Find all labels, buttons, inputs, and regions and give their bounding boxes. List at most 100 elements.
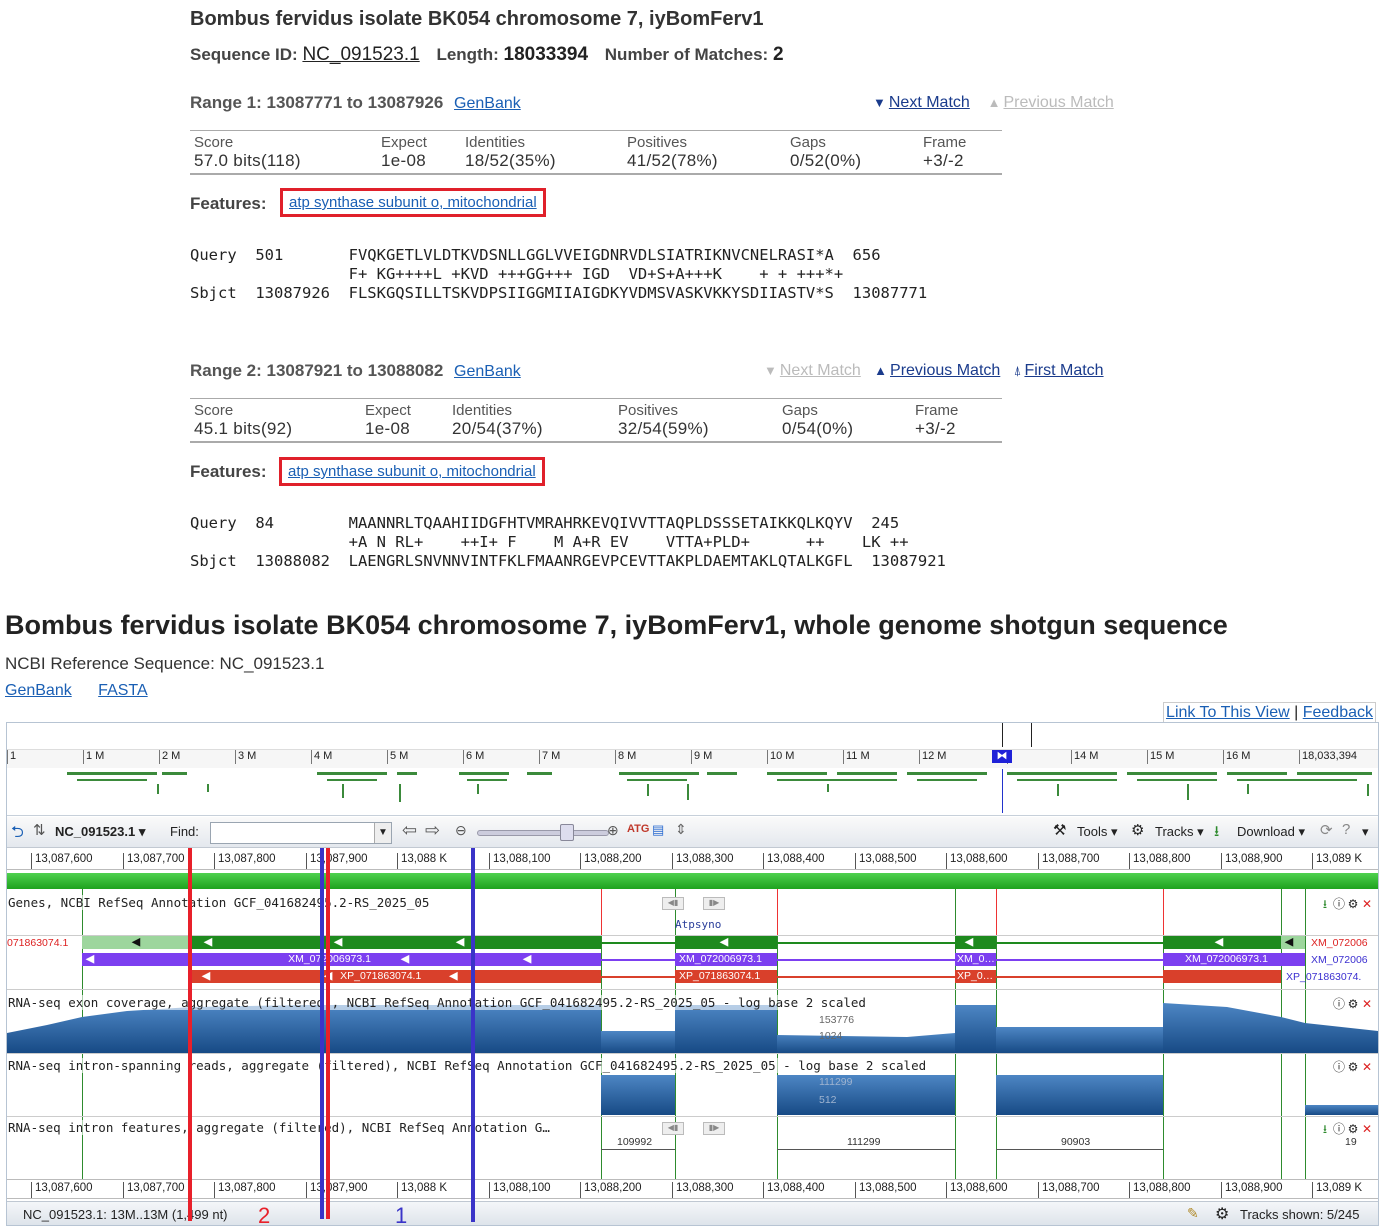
- sequence-selector[interactable]: NC_091523.1 ▾: [55, 824, 145, 840]
- seqid-link[interactable]: NC_091523.1: [302, 44, 419, 65]
- gear-icon[interactable]: ⚙: [1346, 1060, 1360, 1074]
- sequence-zoom-icon[interactable]: ATG: [627, 823, 649, 835]
- overview-position-marker[interactable]: ⧓: [992, 750, 1012, 763]
- page-title: Bombus fervidus isolate BK054 chromosome…: [5, 610, 1228, 640]
- tools-menu[interactable]: Tools ▾: [1077, 824, 1118, 840]
- collapse-icon[interactable]: ⇕: [675, 821, 687, 838]
- close-icon[interactable]: ✕: [1360, 1060, 1374, 1074]
- gene-exon[interactable]: ◀: [955, 936, 996, 949]
- exon-coverage-track-icons: ⓘ ⚙ ✕: [1332, 995, 1374, 1012]
- intron-feature-line[interactable]: [777, 1149, 955, 1150]
- exon-coverage-max-value: 153776: [819, 1014, 855, 1026]
- exon-coverage-track-label: RNA-seq exon coverage, aggregate (filter…: [8, 995, 866, 1010]
- back-arrow-icon[interactable]: ⮌: [11, 821, 24, 848]
- expand-right-icon[interactable]: ▮▶: [703, 1122, 725, 1135]
- gear-icon[interactable]: ⚙: [1346, 997, 1360, 1011]
- gene-exon-utr[interactable]: ◀: [82, 936, 192, 949]
- range-1-feature-link[interactable]: atp synthase subunit o, mitochondrial: [289, 194, 537, 211]
- annotation-line-red: [326, 848, 330, 1219]
- mrna-exon[interactable]: XM_072006973.1: [1163, 953, 1305, 966]
- expand-left-icon[interactable]: ◀▮: [662, 897, 684, 910]
- feedback-link[interactable]: Feedback: [1303, 704, 1373, 721]
- identities-header: Identities: [465, 134, 526, 151]
- range-1-genbank-link[interactable]: GenBank: [454, 95, 521, 112]
- protein-exon[interactable]: XP_0…: [955, 970, 996, 983]
- gene-exon[interactable]: ◀: [1163, 936, 1281, 949]
- intron-feature-line[interactable]: [601, 1149, 675, 1150]
- view-links: Link To This View | Feedback: [1163, 702, 1376, 724]
- protein-exon[interactable]: ◀◀XP_071863074.1◀: [192, 970, 601, 983]
- expand-right-icon[interactable]: ▮▶: [703, 897, 725, 910]
- mrna-exon[interactable]: ◀XM_072006973.1◀◀: [82, 953, 601, 966]
- overview-tick: 10 M: [767, 750, 794, 764]
- range-2-label: Range 2: 13087921 to 13088082: [190, 361, 444, 380]
- gear-icon[interactable]: ⚙: [1215, 1204, 1229, 1224]
- pan-left-icon[interactable]: ⇦: [402, 820, 417, 841]
- overview-tick: 5 M: [387, 750, 408, 764]
- frame-value: +3/-2: [923, 151, 964, 170]
- markers-icon[interactable]: ▤: [652, 822, 664, 838]
- edit-icon[interactable]: ✎: [1187, 1205, 1199, 1222]
- intron-spanning-plot[interactable]: [7, 1075, 1378, 1115]
- overview-tick: 9 M: [691, 750, 712, 764]
- transcript-left-label[interactable]: 071863074.1: [7, 937, 68, 949]
- sequence-bar[interactable]: [7, 873, 1378, 889]
- intron-feature-line[interactable]: [996, 1149, 1163, 1150]
- overview-tick: 6 M: [463, 750, 484, 764]
- range-1-next-match[interactable]: ▼ Next Match: [873, 94, 970, 111]
- transcript-right-red-label[interactable]: XM_072006: [1311, 937, 1368, 949]
- fasta-link[interactable]: FASTA: [98, 682, 148, 699]
- transcript-right-blue-label[interactable]: XM_072006: [1311, 954, 1368, 966]
- find-input[interactable]: ▼: [210, 822, 392, 844]
- zoom-out-icon[interactable]: ⊖: [455, 822, 467, 839]
- chevron-down-icon[interactable]: ▼: [374, 823, 391, 843]
- ruler-tick: 13,087,600: [31, 853, 93, 869]
- range-2-feature-link[interactable]: atp synthase subunit o, mitochondrial: [288, 463, 536, 480]
- overview-panel[interactable]: 1 1 M 2 M 3 M 4 M 5 M 6 M 7 M 8 M 9 M 10…: [7, 723, 1378, 816]
- ruler-tick: 13,089 K: [1312, 1182, 1362, 1198]
- reload-icon[interactable]: ⟳: [1320, 821, 1333, 839]
- range-1-features-label: Features:: [190, 194, 267, 213]
- gear-icon[interactable]: ⚙: [1346, 897, 1360, 911]
- range-2-first-match[interactable]: ⍋ First Match: [1014, 362, 1104, 379]
- genbank-link[interactable]: GenBank: [5, 682, 72, 699]
- close-icon[interactable]: ✕: [1360, 897, 1374, 911]
- help-menu-chevron-icon[interactable]: ▾: [1362, 824, 1369, 840]
- range-1-score-table: Score Expect Identities Positives Gaps F…: [190, 130, 1002, 175]
- pan-right-icon[interactable]: ⇨: [425, 820, 440, 841]
- info-icon[interactable]: ⓘ: [1332, 1120, 1346, 1137]
- info-icon[interactable]: ⓘ: [1332, 995, 1346, 1012]
- identities-value: 18/52(35%): [465, 151, 556, 170]
- genes-track-icons: ⭳ ⓘ ⚙ ✕: [1318, 895, 1374, 916]
- gene-label[interactable]: Atpsyno: [675, 918, 721, 931]
- range-2-alignment: Query 84 MAANNRLTQAAHIIDGFHTVMRAHRKEVQIV…: [190, 514, 946, 571]
- gear-icon[interactable]: ⚙: [1346, 1122, 1360, 1136]
- range-2-genbank-link[interactable]: GenBank: [454, 363, 521, 380]
- gene-exon[interactable]: ◀: [675, 936, 777, 949]
- protein-exon[interactable]: XP_071863074.1: [675, 970, 777, 983]
- download-menu[interactable]: Download ▾: [1237, 824, 1305, 840]
- transcript-right-xp-label[interactable]: XP_071863074.: [1286, 971, 1361, 983]
- zoom-slider-handle[interactable]: [560, 824, 574, 841]
- tracks-menu[interactable]: Tracks ▾: [1155, 824, 1204, 840]
- gene-exon-utr[interactable]: ◀: [1281, 936, 1305, 949]
- info-icon[interactable]: ⓘ: [1332, 1058, 1346, 1075]
- info-icon[interactable]: ⓘ: [1332, 895, 1346, 912]
- mrna-exon[interactable]: XM_072006973.1: [675, 953, 777, 966]
- protein-exon[interactable]: [1163, 970, 1281, 983]
- zoom-slider-track[interactable]: [477, 830, 609, 836]
- expand-left-icon[interactable]: ◀▮: [662, 1122, 684, 1135]
- close-icon[interactable]: ✕: [1360, 997, 1374, 1011]
- link-to-this-view[interactable]: Link To This View: [1166, 704, 1290, 721]
- mrna-exon[interactable]: XM_0…: [955, 953, 996, 966]
- intron-spanning-track-icons: ⓘ ⚙ ✕: [1332, 1058, 1374, 1075]
- flip-strand-icon[interactable]: ⇅: [33, 821, 46, 839]
- download-icon[interactable]: ⭳: [1318, 895, 1332, 916]
- help-icon[interactable]: ?: [1342, 821, 1350, 838]
- zoom-in-icon[interactable]: ⊕: [607, 822, 619, 839]
- range-2-previous-match[interactable]: ▲ Previous Match: [874, 362, 1000, 379]
- download-icon[interactable]: ⭳: [1318, 1120, 1332, 1141]
- gene-exon[interactable]: ◀ ◀ ◀: [192, 936, 601, 949]
- down-triangle-icon: ▼: [764, 363, 777, 378]
- close-icon[interactable]: ✕: [1360, 1122, 1374, 1136]
